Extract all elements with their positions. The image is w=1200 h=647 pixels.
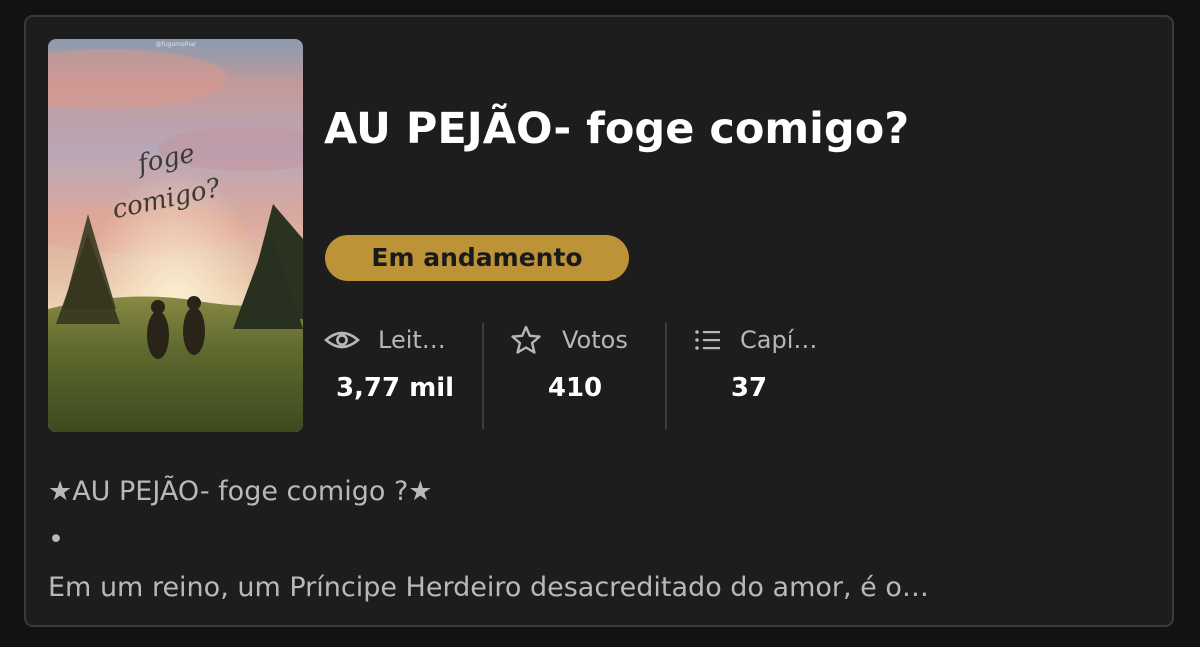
description-line: ★AU PEJÃO- foge comigo ?★ (48, 476, 433, 507)
stat-divider (482, 323, 484, 429)
stat-votes-value: 410 (547, 373, 603, 403)
story-title[interactable]: AU PEJÃO- foge comigo? (324, 101, 909, 157)
story-description[interactable]: ★AU PEJÃO- foge comigo ?★ • Em um reino,… (48, 468, 1148, 612)
star-icon (511, 325, 541, 354)
stat-chapters: Capí… 37 (694, 317, 834, 429)
eye-icon (324, 331, 360, 349)
cover-watermark: @fugomolhar (156, 41, 197, 48)
stat-divider (665, 323, 667, 429)
description-bullet: • (48, 524, 64, 555)
stat-votes: Votos 410 (510, 317, 650, 429)
stat-chapters-value: 37 (730, 373, 768, 403)
stat-votes-label: Votos (562, 326, 628, 354)
list-icon (695, 330, 720, 350)
stat-reads-label: Leit… (378, 326, 446, 354)
cover-art: @fugomolhar foge comigo? (48, 39, 303, 432)
story-cover-image[interactable]: @fugomolhar foge comigo? (48, 39, 303, 432)
status-badge: Em andamento (325, 235, 629, 281)
story-card[interactable]: @fugomolhar foge comigo? AU PEJÃO- foge … (24, 15, 1174, 627)
description-line: Em um reino, um Príncipe Herdeiro desacr… (48, 572, 929, 603)
stat-reads: Leit… 3,77 mil (324, 317, 460, 429)
stat-reads-value: 3,77 mil (335, 373, 455, 403)
stat-chapters-label: Capí… (740, 326, 818, 354)
